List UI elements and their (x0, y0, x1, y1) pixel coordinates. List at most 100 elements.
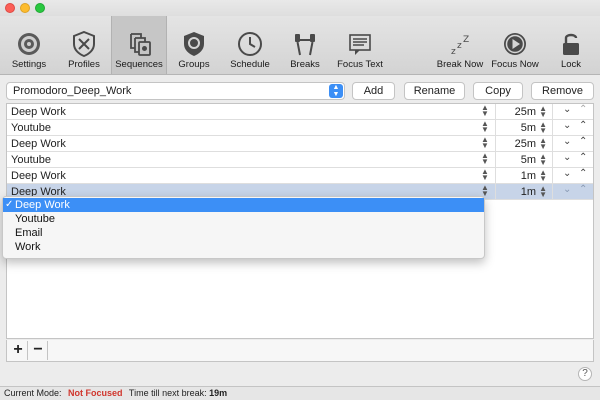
row-name[interactable]: Youtube (11, 122, 51, 134)
move-up-icon[interactable]: ⌃ (579, 136, 587, 147)
toolbar-profiles[interactable]: Profiles (58, 16, 110, 74)
move-down-icon[interactable]: ⌄ (563, 136, 571, 147)
badge-icon (184, 32, 204, 56)
toolbar-focus-now-label: Focus Now (491, 59, 539, 70)
toolbar-focus-text[interactable]: Focus Text (332, 16, 388, 74)
toolbar-lock-label: Lock (560, 59, 582, 70)
duration-stepper-icon[interactable]: ▲ ▼ (539, 169, 547, 183)
row-name[interactable]: Youtube (11, 154, 51, 166)
row-duration[interactable]: 1m ▲ ▼ (495, 168, 553, 183)
status-bar: Current Mode: Not Focused Time till next… (0, 386, 600, 400)
row-name-stepper-icon[interactable]: ▲ ▼ (481, 136, 489, 150)
text-icon (349, 34, 371, 55)
dropdown-option-label: Youtube (15, 213, 55, 225)
move-up-icon[interactable]: ⌃ (579, 184, 587, 195)
move-up-icon[interactable]: ⌃ (579, 152, 587, 163)
move-down-icon[interactable]: ⌄ (563, 152, 571, 163)
row-duration[interactable]: 1m ▲ ▼ (495, 184, 553, 199)
duration-stepper-icon[interactable]: ▲ ▼ (539, 137, 547, 151)
select-arrows-icon: ▲ ▼ (329, 84, 343, 98)
row-name-stepper-icon[interactable]: ▲ ▼ (481, 168, 489, 182)
help-button[interactable]: ? (578, 367, 592, 381)
toolbar-breaks[interactable]: Breaks (280, 16, 330, 74)
move-up-icon[interactable]: ⌃ (579, 168, 587, 179)
toolbar-break-now[interactable]: z z Z Break Now (434, 16, 486, 74)
move-down-icon[interactable]: ⌄ (563, 184, 571, 195)
row-name[interactable]: Deep Work (11, 138, 66, 150)
row-duration[interactable]: 5m ▲ ▼ (495, 120, 553, 135)
toolbar-focus-text-label: Focus Text (337, 59, 383, 70)
table-row[interactable]: Deep Work ▲ ▼ 1m ▲ ▼ ⌄ ⌃ (7, 168, 593, 184)
move-up-icon: ⌃ (579, 104, 588, 115)
toolbar-schedule[interactable]: Schedule (222, 16, 278, 74)
title-bar (0, 0, 600, 16)
duration-stepper-icon[interactable]: ▲ ▼ (539, 105, 547, 119)
dropdown-option-email[interactable]: Email (3, 226, 484, 240)
table-row[interactable]: Youtube ▲ ▼ 5m ▲ ▼ ⌄ ⌃ (7, 152, 593, 168)
rename-button[interactable]: Rename (404, 82, 465, 100)
close-window-button[interactable] (5, 3, 15, 13)
remove-row-button[interactable]: − (29, 341, 48, 360)
activity-dropdown-menu: ✓ Deep Work Youtube Email Work (2, 196, 485, 259)
sequence-select-value: Promodoro_Deep_Work (13, 85, 132, 97)
toolbar: Settings Profiles Sequences Groups Sched… (0, 16, 600, 75)
status-mode-value: Not Focused (68, 388, 123, 398)
play-icon (504, 33, 526, 55)
toolbar-break-now-label: Break Now (436, 59, 484, 70)
toolbar-sequences-label: Sequences (115, 59, 163, 70)
table-row[interactable]: Youtube ▲ ▼ 5m ▲ ▼ ⌄ ⌃ (7, 120, 593, 136)
remove-button[interactable]: Remove (531, 82, 594, 100)
row-name[interactable]: Deep Work (11, 170, 66, 182)
table-row[interactable]: Deep Work ▲ ▼ 25m ▲ ▼ ⌄ ⌃ (7, 136, 593, 152)
row-duration[interactable]: 25m ▲ ▼ (495, 104, 553, 119)
toolbar-breaks-label: Breaks (290, 59, 320, 70)
duration-stepper-icon[interactable]: ▲ ▼ (539, 185, 547, 199)
move-up-icon[interactable]: ⌃ (579, 120, 587, 131)
toolbar-settings[interactable]: Settings (0, 16, 58, 74)
toolbar-sequences[interactable]: Sequences (111, 16, 167, 74)
sequences-icon (130, 33, 151, 56)
minimize-window-button[interactable] (20, 3, 30, 13)
move-down-icon[interactable]: ⌄ (563, 168, 571, 179)
dropdown-option-label: Work (15, 241, 41, 253)
svg-text:Z: Z (463, 35, 469, 45)
checkmark-icon: ✓ (5, 199, 14, 210)
status-next-break-value: 19m (209, 388, 228, 398)
status-next-break-label: Time till next break: (128, 388, 207, 398)
row-duration-value: 1m (520, 186, 536, 198)
duration-stepper-icon[interactable]: ▲ ▼ (539, 153, 547, 167)
toolbar-groups-label: Groups (178, 59, 210, 70)
zoom-window-button[interactable] (35, 3, 45, 13)
sequence-select[interactable]: Promodoro_Deep_Work ▲ ▼ (6, 82, 345, 100)
table-footer: + − (6, 340, 594, 362)
dropdown-option-label: Email (15, 227, 43, 239)
dropdown-option-deep-work[interactable]: ✓ Deep Work (3, 198, 484, 212)
toolbar-groups[interactable]: Groups (168, 16, 220, 74)
toolbar-lock[interactable]: Lock (548, 16, 594, 74)
svg-text:z: z (451, 47, 456, 57)
dropdown-option-label: Deep Work (15, 199, 70, 211)
status-mode-label: Current Mode: (4, 388, 62, 398)
row-duration[interactable]: 25m ▲ ▼ (495, 136, 553, 151)
dropdown-option-work[interactable]: Work (3, 240, 484, 254)
move-down-icon[interactable]: ⌄ (563, 104, 571, 115)
shield-icon (73, 31, 95, 57)
duration-stepper-icon[interactable]: ▲ ▼ (539, 121, 547, 135)
clock-icon (238, 32, 262, 56)
sleep-icon: z z Z (451, 35, 469, 57)
table-row[interactable]: Deep Work ▲ ▼ 25m ▲ ▼ ⌄ ⌃ (7, 104, 593, 120)
dropdown-option-youtube[interactable]: Youtube (3, 212, 484, 226)
toolbar-focus-now[interactable]: Focus Now (488, 16, 542, 74)
add-button[interactable]: Add (352, 82, 395, 100)
move-down-icon[interactable]: ⌄ (563, 120, 571, 131)
row-name-stepper-icon[interactable]: ▲ ▼ (481, 104, 489, 118)
row-name-stepper-icon[interactable]: ▲ ▼ (481, 120, 489, 134)
add-row-button[interactable]: + (9, 341, 28, 360)
row-duration[interactable]: 5m ▲ ▼ (495, 152, 553, 167)
toolbar-settings-label: Settings (11, 59, 47, 70)
row-name-stepper-icon[interactable]: ▲ ▼ (481, 152, 489, 166)
gear-icon (18, 33, 40, 55)
row-duration-value: 5m (520, 122, 536, 134)
row-name[interactable]: Deep Work (11, 106, 66, 118)
copy-button[interactable]: Copy (473, 82, 523, 100)
